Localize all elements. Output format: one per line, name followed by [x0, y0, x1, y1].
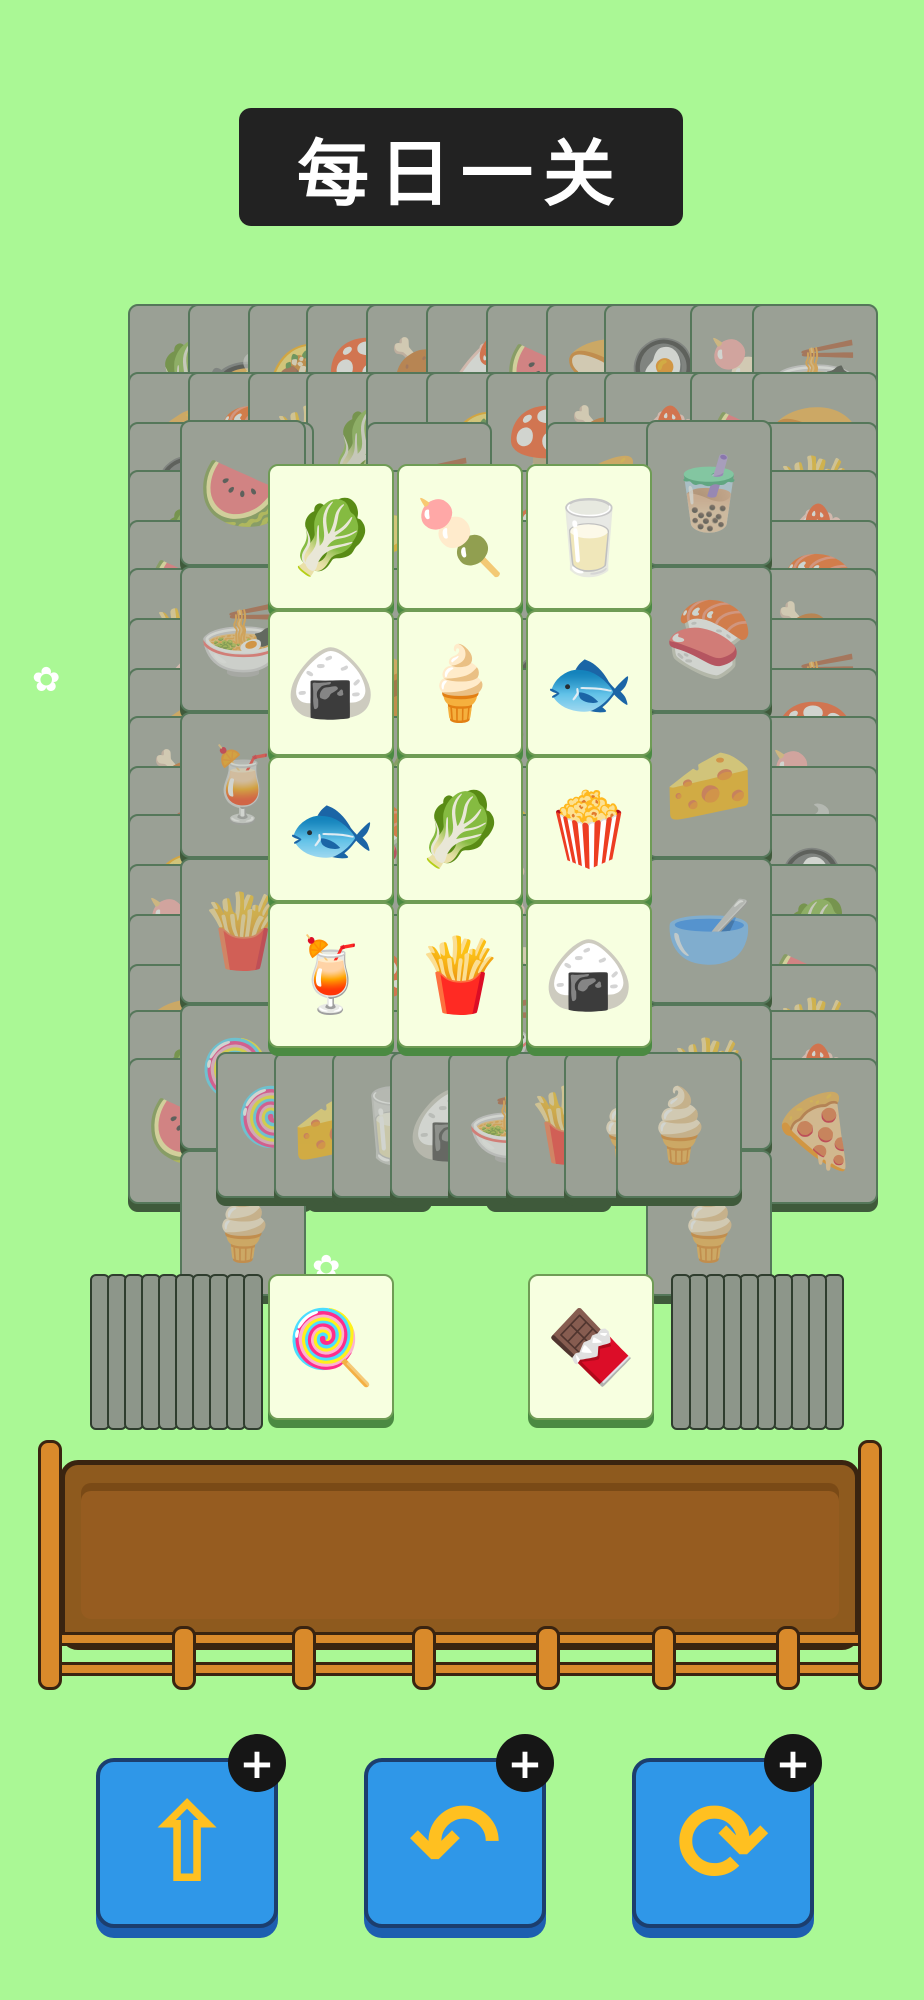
tile[interactable]: 🍫 [528, 1274, 654, 1420]
fence-post [776, 1626, 800, 1690]
tile[interactable]: 🍿 [526, 756, 652, 902]
stack-edge [739, 1274, 759, 1430]
fence-post [292, 1626, 316, 1690]
fence-post [412, 1626, 436, 1690]
stack-edge [671, 1274, 691, 1430]
stack-edge [824, 1274, 844, 1430]
bubble-tea-icon: 🧋 [664, 451, 754, 535]
stack-edge [722, 1274, 742, 1430]
stack-edge [756, 1274, 776, 1430]
fish-icon: 🐟 [544, 641, 634, 725]
tile-board: 🥬🍲🌮🍄🍖🍰🍉🍞🍳🍡🍜🍕🍣🍟🥬🍲🌮🍄🍖🍰🍉🍞🍳🍡🍜🍕🍣🍟🥬🍲🌮🍄🍖🍰🍉🍞🍳🍡🍜🍕… [0, 0, 924, 1430]
lettuce-icon: 🥬 [415, 787, 505, 871]
tile[interactable]: 🥛 [526, 464, 652, 610]
ice-cream-bar-icon: 🍫 [546, 1305, 636, 1389]
tile: 🧀 [646, 712, 772, 858]
ice-cream-icon: 🍦 [415, 641, 505, 725]
tile[interactable]: 🍡 [397, 464, 523, 610]
stack-edge [243, 1274, 263, 1430]
plus-badge[interactable]: + [228, 1734, 286, 1792]
upload-icon: ⇧ [140, 1779, 234, 1907]
stack-edge [705, 1274, 725, 1430]
stack-edge [807, 1274, 827, 1430]
tile: 🍣 [646, 566, 772, 712]
pizza-icon: 🍕 [770, 1089, 860, 1173]
tile: 🥣 [646, 858, 772, 1004]
tile[interactable]: 🥬 [268, 464, 394, 610]
undo-button[interactable]: ↶ + [364, 1734, 554, 1928]
tile[interactable]: 🥬 [397, 756, 523, 902]
soup-bowl-icon: 🥣 [664, 889, 754, 973]
undo-icon: ↶ [408, 1779, 502, 1907]
move-out-button[interactable]: ⇧ + [96, 1734, 286, 1928]
egg-popsicle-icon: 🍡 [415, 495, 505, 579]
fence-post [38, 1440, 62, 1690]
tile[interactable]: 🐟 [526, 610, 652, 756]
tile[interactable]: 🍟 [397, 902, 523, 1048]
onigiri-icon: 🍙 [286, 641, 376, 725]
shuffle-icon: ⟳ [676, 1779, 770, 1907]
cheese-icon: 🧀 [664, 743, 754, 827]
lollipop-icon: 🍭 [286, 1305, 376, 1389]
onigiri-icon: 🍙 [544, 933, 634, 1017]
tile[interactable]: 🍙 [268, 610, 394, 756]
tile[interactable]: 🐟 [268, 756, 394, 902]
fence-post [652, 1626, 676, 1690]
popcorn-icon: 🍿 [544, 787, 634, 871]
stack-edge [688, 1274, 708, 1430]
fence-post [536, 1626, 560, 1690]
shuffle-button[interactable]: ⟳ + [632, 1734, 822, 1928]
stack-edge [790, 1274, 810, 1430]
sushi-roll-icon: 🍣 [664, 597, 754, 681]
tile[interactable]: 🍦 [397, 610, 523, 756]
stack-edge [773, 1274, 793, 1430]
tile[interactable]: 🍙 [526, 902, 652, 1048]
fence-post [172, 1626, 196, 1690]
lettuce-icon: 🥬 [286, 495, 376, 579]
tile: 🧋 [646, 420, 772, 566]
tray-box [60, 1460, 860, 1650]
fries-icon: 🍟 [415, 933, 505, 1017]
juice-icon: 🍹 [286, 933, 376, 1017]
tile[interactable]: 🍭 [268, 1274, 394, 1420]
fish-icon: 🐟 [286, 787, 376, 871]
fence-post [858, 1440, 882, 1690]
plus-badge[interactable]: + [764, 1734, 822, 1792]
tile[interactable]: 🍹 [268, 902, 394, 1048]
tile-tray [38, 1440, 882, 1690]
milk-carton-icon: 🥛 [544, 495, 634, 579]
fence-rail [38, 1632, 882, 1646]
fence-rail [38, 1662, 882, 1676]
tile[interactable]: 🍦 [616, 1052, 742, 1198]
ice-cream-icon: 🍦 [634, 1083, 724, 1167]
plus-badge[interactable]: + [496, 1734, 554, 1792]
